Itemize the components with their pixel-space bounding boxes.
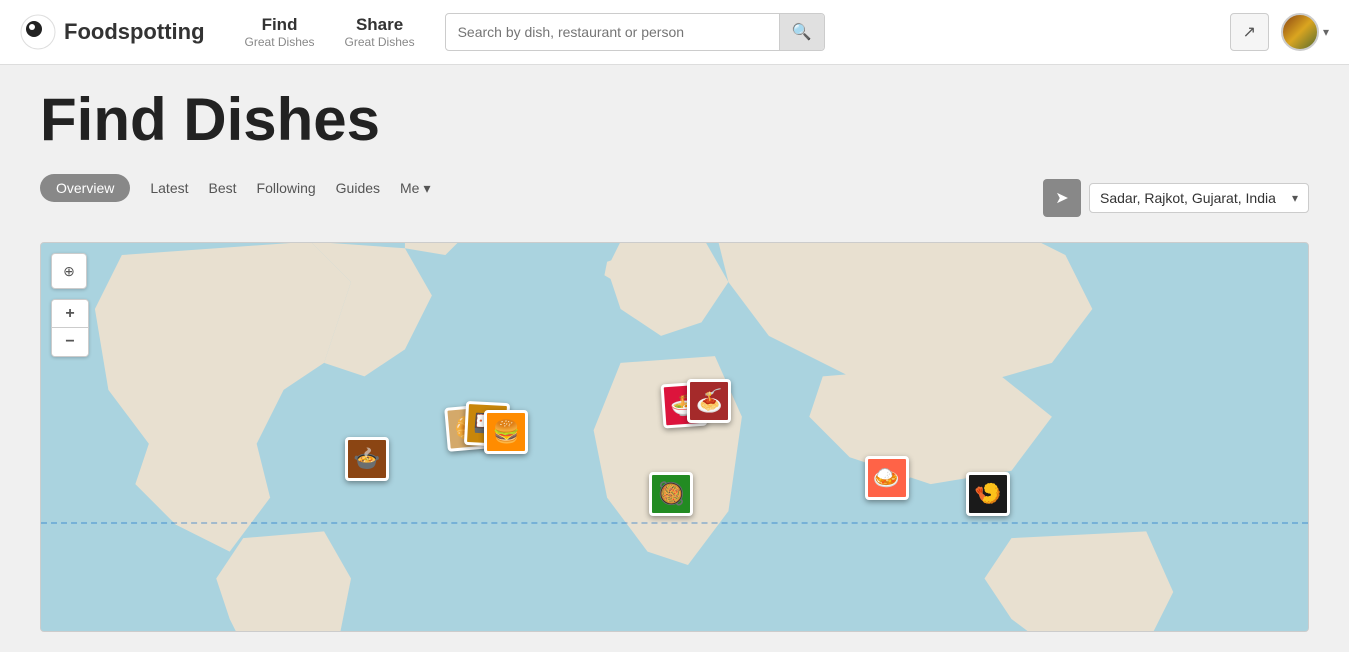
nav-find-sub: Great Dishes [245,35,315,49]
logo-icon [20,14,56,50]
locate-me-button[interactable]: ➤ [1043,179,1081,217]
main-nav: Find Great Dishes Share Great Dishes [245,15,415,49]
search-button[interactable]: 🔍 [779,14,824,50]
nav-share-label: Share [345,15,415,35]
filter-overview[interactable]: Overview [40,174,130,202]
avatar-chevron-icon: ▾ [1323,25,1329,39]
me-chevron-icon: ▾ [423,180,430,197]
location-selector[interactable]: Sadar, Rajkot, Gujarat, India ▾ [1089,183,1309,213]
map-marker-m6[interactable]: 🥘 [649,472,693,516]
filter-latest[interactable]: Latest [150,180,188,196]
location-text: Sadar, Rajkot, Gujarat, India [1100,190,1286,206]
main-header: Foodspotting Find Great Dishes Share Gre… [0,0,1349,65]
filter-following[interactable]: Following [257,180,316,196]
nav-find[interactable]: Find Great Dishes [245,15,315,49]
filter-me[interactable]: Me ▾ [400,180,430,197]
world-map-svg [41,243,1308,631]
main-content: Find Dishes Overview Latest Best Followi… [0,65,1349,652]
filter-best[interactable]: Best [209,180,237,196]
map-dashed-line [41,522,1308,524]
map-navigate-button[interactable]: ⊕ [51,253,87,289]
map-container[interactable]: ⊕ + − 🍲 🥐 🍱 🍔 🍜 🍝 [40,242,1309,632]
zoom-controls: + − [51,299,89,357]
logo[interactable]: Foodspotting [20,14,205,50]
map-arrows-icon: ⊕ [63,263,75,280]
map-marker-m2c[interactable]: 🍔 [484,410,528,454]
search-bar: 🔍 [445,13,825,51]
location-bar: ➤ Sadar, Rajkot, Gujarat, India ▾ [1043,179,1309,217]
map-marker-m7[interactable]: 🍛 [865,456,909,500]
map-marker-m8[interactable]: 🍤 [966,472,1010,516]
nav-find-label: Find [245,15,315,35]
search-input[interactable] [446,16,779,48]
logo-text: Foodspotting [64,19,205,45]
filter-bar: Overview Latest Best Following Guides Me… [40,174,431,202]
nav-share[interactable]: Share Great Dishes [345,15,415,49]
nav-share-sub: Great Dishes [345,35,415,49]
user-menu[interactable]: ▾ [1281,13,1329,51]
zoom-in-button[interactable]: + [52,300,88,328]
filter-guides[interactable]: Guides [336,180,380,196]
map-controls: ⊕ + − [51,253,89,357]
header-actions: ↗ ▾ [1230,13,1329,51]
locate-icon: ➤ [1055,188,1068,208]
share-button[interactable]: ↗ [1230,13,1269,51]
map-marker-m5[interactable]: 🍝 [687,379,731,423]
controls-row: Overview Latest Best Following Guides Me… [40,174,1309,222]
avatar [1281,13,1319,51]
zoom-out-button[interactable]: − [52,328,88,356]
page-title: Find Dishes [40,85,1309,154]
map-marker-m1[interactable]: 🍲 [345,437,389,481]
share-icon: ↗ [1243,24,1256,41]
search-icon: 🔍 [792,24,812,41]
location-chevron-icon: ▾ [1292,191,1298,205]
